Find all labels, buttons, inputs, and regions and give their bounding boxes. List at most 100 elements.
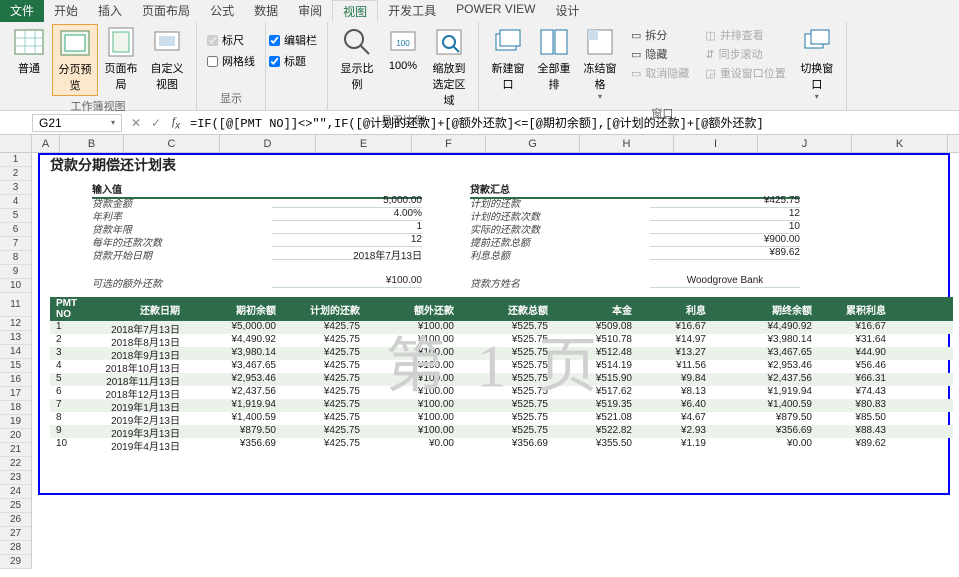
row-header-13[interactable]: 13 [0,331,31,345]
row-header-15[interactable]: 15 [0,359,31,373]
row-header-5[interactable]: 5 [0,209,31,223]
amort-row[interactable]: 62018年12月13日¥2,437.56¥425.75¥100.00¥525.… [50,386,953,399]
amort-row[interactable]: 92019年3月13日¥879.50¥425.75¥100.00¥525.75¥… [50,425,953,438]
col-header-J[interactable]: J [758,135,852,152]
accept-formula-button[interactable]: ✓ [146,116,166,130]
ribbon-body: 普通 分页预览 页面布局 自定义视图 工作簿视图 标尺 [0,22,959,110]
gridlines-checkbox[interactable]: 网格线 [203,51,259,71]
summary-row: 计划的还款次数12 [470,208,800,221]
tab-pagelayout[interactable]: 页面布局 [132,0,200,22]
normal-view-button[interactable]: 普通 [6,24,52,78]
split-button[interactable]: ▭拆分 [627,26,693,44]
row-header-20[interactable]: 20 [0,429,31,443]
optional-extra-label: 可选的额外还款 [92,275,272,288]
tab-home[interactable]: 开始 [44,0,88,22]
row-header-7[interactable]: 7 [0,237,31,251]
pagebreak-preview-button[interactable]: 分页预览 [52,24,98,96]
arrange-all-button[interactable]: 全部重排 [531,24,577,94]
tab-file[interactable]: 文件 [0,0,44,22]
summary-row: 计划的还款¥425.75 [470,195,800,208]
zoom-100-icon: 100 [387,26,419,58]
row-header-10[interactable]: 10 [0,279,31,293]
switch-icon [801,26,833,58]
tab-powerview[interactable]: POWER VIEW [446,0,545,22]
row-header-21[interactable]: 21 [0,443,31,457]
row-header-28[interactable]: 28 [0,541,31,555]
formulabar-checkbox[interactable]: 编辑栏 [265,30,321,50]
tab-design[interactable]: 设计 [545,0,589,22]
reset-window-button[interactable]: ◲重设窗口位置 [701,64,789,82]
col-header-E[interactable]: E [316,135,412,152]
row-header-24[interactable]: 24 [0,485,31,499]
amort-row[interactable]: 52018年11月13日¥2,953.46¥425.75¥100.00¥525.… [50,373,953,386]
ruler-checkbox[interactable]: 标尺 [203,30,259,50]
col-header-D[interactable]: D [220,135,316,152]
amort-row[interactable]: 102019年4月13日¥356.69¥425.75¥0.00¥356.69¥3… [50,438,953,451]
unhide-button[interactable]: ▭取消隐藏 [627,64,693,82]
row-header-4[interactable]: 4 [0,195,31,209]
row-header-26[interactable]: 26 [0,513,31,527]
zoom-button[interactable]: 显示比例 [334,24,380,94]
unhide-icon: ▭ [631,67,641,80]
freeze-panes-button[interactable]: 冻结窗格▾ [577,24,623,103]
switch-windows-button[interactable]: 切换窗口▾ [794,24,840,103]
sync-scroll-button[interactable]: ⇵同步滚动 [701,45,789,63]
row-header-6[interactable]: 6 [0,223,31,237]
side-by-side-button[interactable]: ◫并排查看 [701,26,789,44]
tab-formulas[interactable]: 公式 [200,0,244,22]
col-header-C[interactable]: C [124,135,220,152]
col-header-K[interactable]: K [852,135,948,152]
zoom-selection-button[interactable]: 缩放到选定区域 [426,24,472,110]
row-header-19[interactable]: 19 [0,415,31,429]
row-header-23[interactable]: 23 [0,471,31,485]
amort-row[interactable]: 72019年1月13日¥1,919.94¥425.75¥100.00¥525.7… [50,399,953,412]
amort-row[interactable]: 12018年7月13日¥5,000.00¥425.75¥100.00¥525.7… [50,321,953,334]
amort-row[interactable]: 22018年8月13日¥4,490.92¥425.75¥100.00¥525.7… [50,334,953,347]
tab-insert[interactable]: 插入 [88,0,132,22]
row-headers: 1234567891011121314151617181920212223242… [0,153,32,569]
tab-view[interactable]: 视图 [332,0,378,22]
col-header-B[interactable]: B [60,135,124,152]
hide-button[interactable]: ▭隐藏 [627,45,693,63]
row-header-11[interactable]: 11 [0,293,31,317]
pagelayout-view-button[interactable]: 页面布局 [98,24,144,94]
zoom-100-button[interactable]: 100 100% [380,24,426,74]
row-header-8[interactable]: 8 [0,251,31,265]
cells-area[interactable]: 第 1 页 贷款分期偿还计划表 输入值 贷款汇总 贷款金额5,000.00年利率… [32,153,959,569]
row-header-18[interactable]: 18 [0,401,31,415]
formula-input[interactable]: =IF([@[PMT NO]]<>"",IF([@计划的还款]+[@额外还款]<… [186,113,959,132]
row-header-1[interactable]: 1 [0,153,31,167]
headings-checkbox[interactable]: 标题 [265,51,321,71]
row-header-12[interactable]: 12 [0,317,31,331]
row-header-25[interactable]: 25 [0,499,31,513]
select-all-corner[interactable] [0,135,32,152]
row-header-9[interactable]: 9 [0,265,31,279]
row-header-16[interactable]: 16 [0,373,31,387]
amort-row[interactable]: 32018年9月13日¥3,980.14¥425.75¥100.00¥525.7… [50,347,953,360]
row-header-17[interactable]: 17 [0,387,31,401]
row-header-14[interactable]: 14 [0,345,31,359]
fx-button[interactable]: fx [166,114,186,131]
custom-views-button[interactable]: 自定义视图 [144,24,190,94]
col-header-I[interactable]: I [674,135,758,152]
row-header-2[interactable]: 2 [0,167,31,181]
name-box[interactable]: G21 ▾ [32,114,122,132]
tab-data[interactable]: 数据 [244,0,288,22]
tab-developer[interactable]: 开发工具 [378,0,446,22]
row-header-27[interactable]: 27 [0,527,31,541]
amort-row[interactable]: 42018年10月13日¥3,467.65¥425.75¥100.00¥525.… [50,360,953,373]
cancel-formula-button[interactable]: ✕ [126,116,146,130]
zoom-icon [341,26,373,58]
row-header-22[interactable]: 22 [0,457,31,471]
row-header-29[interactable]: 29 [0,555,31,569]
amort-row[interactable]: 82019年2月13日¥1,400.59¥425.75¥100.00¥525.7… [50,412,953,425]
summary-row: 利息总额¥89.62 [470,247,800,260]
row-header-3[interactable]: 3 [0,181,31,195]
input-row: 年利率4.00% [92,208,422,221]
col-header-H[interactable]: H [580,135,674,152]
tab-review[interactable]: 审阅 [288,0,332,22]
new-window-button[interactable]: 新建窗口 [485,24,531,94]
col-header-A[interactable]: A [32,135,60,152]
col-header-F[interactable]: F [412,135,486,152]
col-header-G[interactable]: G [486,135,580,152]
